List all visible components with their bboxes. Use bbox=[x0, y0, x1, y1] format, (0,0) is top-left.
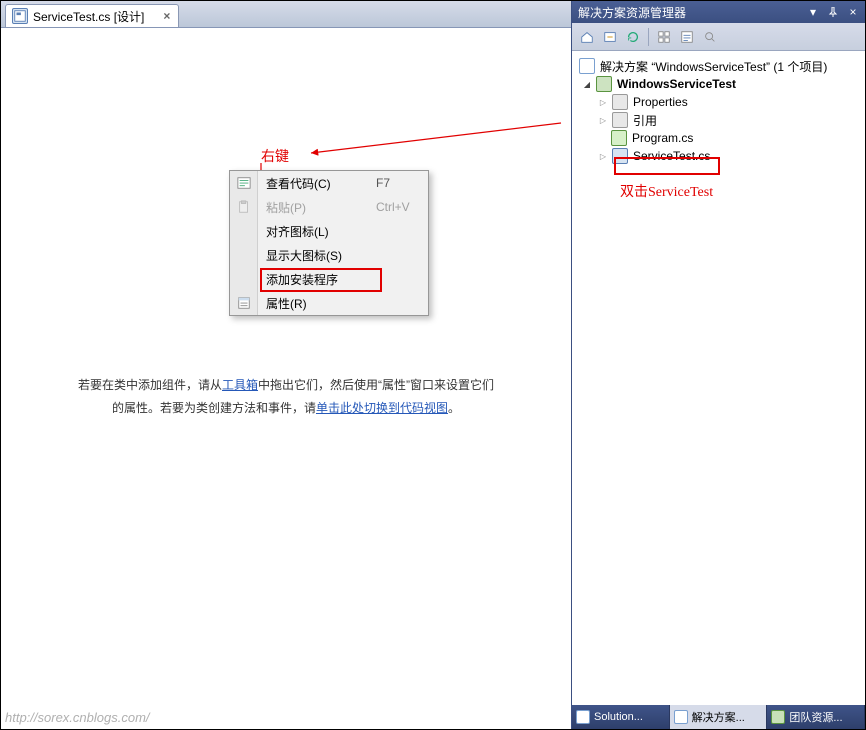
menu-item-label: 对齐图标(L) bbox=[258, 223, 376, 240]
bottom-tab-solution-en[interactable]: Solution... bbox=[572, 705, 670, 729]
node-label: 引用 bbox=[631, 112, 659, 129]
tree-node-program-cs[interactable]: Program.cs bbox=[574, 129, 863, 147]
toolbar-showall-button[interactable] bbox=[653, 26, 675, 48]
tree-node-references[interactable]: 引用 bbox=[574, 111, 863, 129]
tab-label: 团队资源... bbox=[789, 709, 842, 725]
menu-item-add-installer[interactable]: 添加安装程序 bbox=[230, 267, 428, 291]
panel-bottom-tabs: Solution... 解决方案... 团队资源... bbox=[572, 705, 865, 729]
panel-toolbar bbox=[572, 23, 865, 51]
csharp-file-icon bbox=[611, 130, 627, 146]
paste-icon bbox=[230, 195, 258, 219]
toolbar-properties-button[interactable] bbox=[676, 26, 698, 48]
tree-node-servicetest-cs[interactable]: ServiceTest.cs bbox=[574, 147, 863, 165]
toolbar-refresh-button[interactable] bbox=[622, 26, 644, 48]
references-icon bbox=[612, 112, 628, 128]
editor-area: ServiceTest.cs [设计] × 右键 bbox=[1, 1, 571, 729]
expander-icon[interactable] bbox=[597, 150, 609, 162]
bottom-tab-team-explorer[interactable]: 团队资源... bbox=[767, 705, 865, 729]
menu-shortcut: F7 bbox=[376, 176, 428, 190]
context-menu: 查看代码(C) F7 粘贴(P) Ctrl+V 对齐图标(L) bbox=[229, 170, 429, 316]
properties-folder-icon bbox=[612, 94, 628, 110]
menu-shortcut: Ctrl+V bbox=[376, 200, 428, 214]
blank-icon bbox=[230, 243, 258, 267]
expander-icon[interactable] bbox=[581, 78, 593, 90]
menu-item-label: 查看代码(C) bbox=[258, 175, 376, 192]
watermark: http://sorex.cnblogs.com/ bbox=[5, 710, 150, 725]
panel-title-bar[interactable]: 解决方案资源管理器 ▾ × bbox=[572, 1, 865, 23]
pin-icon[interactable] bbox=[825, 4, 841, 20]
close-icon[interactable]: × bbox=[845, 4, 861, 20]
close-icon[interactable]: × bbox=[163, 9, 170, 23]
menu-item-label: 添加安装程序 bbox=[258, 271, 376, 288]
expander-icon[interactable] bbox=[597, 96, 609, 108]
menu-item-label: 粘贴(P) bbox=[258, 199, 376, 216]
menu-item-properties[interactable]: 属性(R) bbox=[230, 291, 428, 315]
switch-to-code-link[interactable]: 单击此处切换到代码视图 bbox=[316, 401, 448, 415]
toolbar-home-button[interactable] bbox=[576, 26, 598, 48]
tab-label: Solution... bbox=[594, 711, 643, 723]
solution-icon bbox=[576, 710, 590, 724]
node-label: WindowsServiceTest bbox=[615, 77, 738, 91]
toolbar-collapse-button[interactable] bbox=[599, 26, 621, 48]
design-file-icon bbox=[612, 148, 628, 164]
panel-title: 解决方案资源管理器 bbox=[578, 4, 801, 21]
tab-label: 解决方案... bbox=[692, 709, 745, 725]
menu-item-view-code[interactable]: 查看代码(C) F7 bbox=[230, 171, 428, 195]
blank-icon bbox=[230, 219, 258, 243]
code-icon bbox=[230, 171, 258, 195]
solution-icon bbox=[674, 710, 688, 724]
annotation-right-click: 右键 bbox=[261, 146, 289, 166]
project-icon bbox=[596, 76, 612, 92]
solution-tree[interactable]: 解决方案 “WindowsServiceTest” (1 个项目) Window… bbox=[572, 51, 865, 705]
properties-icon bbox=[230, 291, 258, 315]
designer-surface[interactable]: 右键 查看代码(C) F7 bbox=[1, 27, 571, 729]
node-label: ServiceTest.cs bbox=[631, 149, 712, 163]
menu-item-large-icons[interactable]: 显示大图标(S) bbox=[230, 243, 428, 267]
designer-guidance-text: 若要在类中添加组件，请从工具箱中拖出它们，然后使用“属性”窗口来设置它们 的属性… bbox=[1, 374, 571, 420]
menu-item-label: 显示大图标(S) bbox=[258, 247, 376, 264]
expander-icon[interactable] bbox=[597, 114, 609, 126]
tree-node-project[interactable]: WindowsServiceTest bbox=[574, 75, 863, 93]
menu-item-label: 属性(R) bbox=[258, 295, 376, 312]
design-file-icon bbox=[12, 8, 28, 24]
editor-tab-strip: ServiceTest.cs [设计] × bbox=[1, 1, 571, 27]
menu-item-align-icons[interactable]: 对齐图标(L) bbox=[230, 219, 428, 243]
editor-tab-servicetest[interactable]: ServiceTest.cs [设计] × bbox=[5, 4, 179, 27]
bottom-tab-solution-zh[interactable]: 解决方案... bbox=[670, 705, 768, 729]
toolbar-separator bbox=[648, 28, 649, 46]
tree-node-properties[interactable]: Properties bbox=[574, 93, 863, 111]
dropdown-icon[interactable]: ▾ bbox=[805, 4, 821, 20]
toolbox-link[interactable]: 工具箱 bbox=[222, 378, 258, 392]
node-label: 解决方案 “WindowsServiceTest” (1 个项目) bbox=[598, 58, 829, 75]
toolbar-view-button[interactable] bbox=[699, 26, 721, 48]
annotation-double-click: 双击ServiceTest bbox=[620, 181, 713, 201]
editor-tab-label: ServiceTest.cs [设计] bbox=[33, 8, 144, 25]
solution-icon bbox=[579, 58, 595, 74]
team-explorer-icon bbox=[771, 710, 785, 724]
solution-explorer-panel: 解决方案资源管理器 ▾ × 解决方案 “WindowsServiceTest” … bbox=[571, 1, 865, 729]
node-label: Properties bbox=[631, 95, 690, 109]
menu-item-paste[interactable]: 粘贴(P) Ctrl+V bbox=[230, 195, 428, 219]
tree-node-solution[interactable]: 解决方案 “WindowsServiceTest” (1 个项目) bbox=[574, 57, 863, 75]
blank-icon bbox=[230, 267, 258, 291]
node-label: Program.cs bbox=[630, 131, 695, 145]
